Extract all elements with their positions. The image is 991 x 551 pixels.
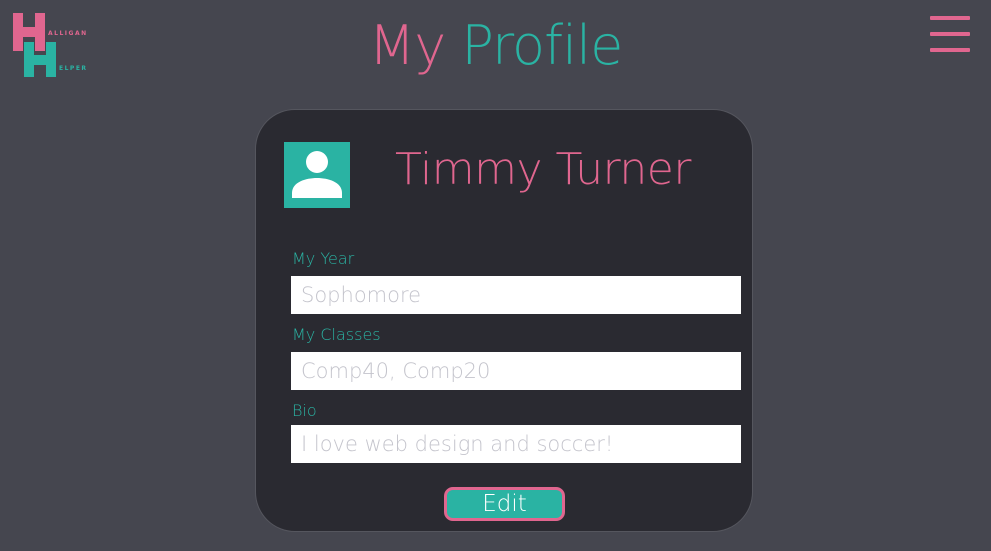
edit-button[interactable]: Edit [444, 487, 565, 521]
user-avatar-icon [284, 142, 350, 208]
page-title-profile: Profile [461, 14, 623, 77]
menu-line [930, 48, 970, 52]
bio-label: Bio [292, 401, 317, 420]
user-name: Timmy Turner [395, 144, 691, 195]
page-title: My Profile [0, 14, 991, 77]
profile-page: ALLIGAN ELPER My Profile Timmy Turner My… [0, 0, 991, 551]
menu-line [930, 32, 970, 36]
year-input[interactable] [291, 276, 741, 314]
hamburger-menu-icon[interactable] [930, 16, 970, 54]
classes-input[interactable] [291, 352, 741, 390]
classes-label: My Classes [292, 325, 381, 344]
menu-line [930, 16, 970, 20]
bio-input[interactable] [291, 425, 741, 463]
profile-card: Timmy Turner My Year My Classes Bio Edit [255, 109, 753, 532]
page-title-my: My [368, 14, 447, 77]
year-label: My Year [292, 249, 355, 268]
